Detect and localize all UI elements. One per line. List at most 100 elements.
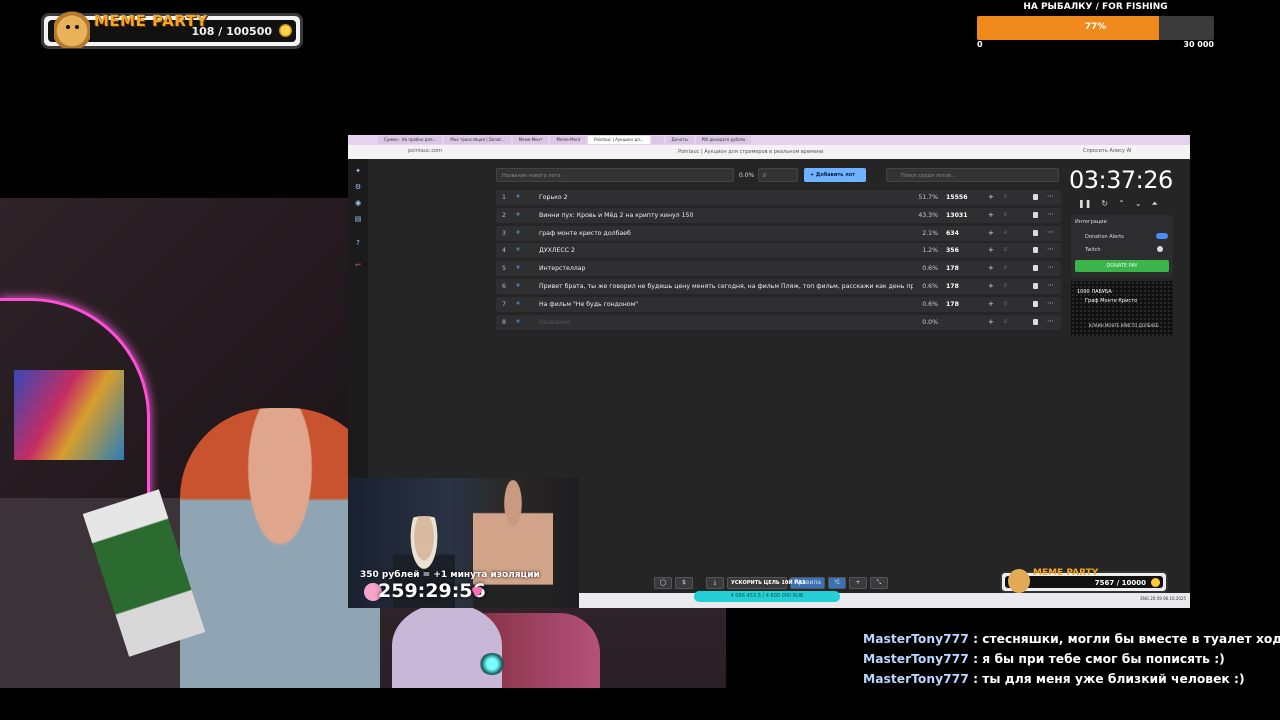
donation-alerts-toggle[interactable] [1156,233,1168,239]
lot-id-tag: # [516,318,521,325]
lot-row[interactable]: 7 # На фильм "Не будь гондоном" 0.6% 178 + ₽ ⋯ [496,296,1061,312]
lot-number: 5 [502,265,506,273]
chevron-down-icon[interactable]: ⌄ [1135,199,1142,209]
lot-row[interactable]: 8 # Название 0.0% + ₽ ⋯ [496,314,1061,330]
trash-icon[interactable] [1033,300,1038,307]
ask-alice-button[interactable]: Спросить Алису AI [1083,148,1132,154]
add-amount-icon[interactable]: + [988,300,994,308]
browser-tab[interactable]: Meme-Ment [550,136,587,144]
donation-alert-box: 1000 ЛАБУБА Граф Монте Кристо КЛАИН МОНТ… [1071,281,1173,336]
more-icon[interactable]: ⋯ [1047,263,1054,271]
doge-icon [54,10,90,48]
lot-row[interactable]: 1 # Горько 2 51.7% 15556 + ₽ ⋯ [496,190,1061,205]
pause-icon[interactable]: ❚❚ [1078,199,1091,209]
currency-icon: ₽ [1004,282,1008,289]
lot-row[interactable]: 5 # Интерстеллар 0.6% 178 + ₽ ⋯ [496,261,1061,277]
add-amount-icon[interactable]: + [988,193,994,201]
more-icon[interactable]: ⋯ [1047,317,1054,325]
trash-icon[interactable] [1033,247,1038,254]
help-icon[interactable]: ? [354,239,362,247]
trash-icon[interactable] [1033,194,1038,200]
history-icon[interactable]: ▤ [354,215,362,223]
browser-tab[interactable]: Сумма - На пробно для... [378,136,443,144]
browser-tab[interactable]: Меме-Мент [512,136,549,144]
more-icon[interactable]: ⋯ [1047,228,1054,236]
coin-icon [279,24,292,37]
more-icon[interactable]: ⋯ [1047,192,1054,200]
currency-icon: ₽ [1004,265,1008,272]
wheel-icon[interactable]: ◉ [354,199,362,207]
lot-name[interactable]: Название [539,319,913,326]
trash-icon[interactable] [1033,282,1038,289]
more-icon[interactable]: ⋯ [1047,281,1054,289]
trash-icon[interactable] [1033,318,1038,325]
lot-row[interactable]: 4 # ДУХЛЕСС 2 1.2% 356 + ₽ ⋯ [496,243,1061,259]
reset-icon[interactable]: ↻ [1101,199,1108,209]
twitch-toggle[interactable] [1157,246,1163,252]
add-amount-icon[interactable]: + [988,264,994,272]
browser-tab-active[interactable]: Pointauc | Аукцион дл... [588,136,650,144]
more-icon[interactable]: ⋯ [1047,210,1054,218]
trash-icon[interactable] [1033,265,1038,272]
search-lots-input[interactable]: Поиск среди лотов... [886,168,1059,182]
lot-name[interactable]: Привет брата, ты же говорил не будешь це… [539,283,913,290]
goal-percent: 77% [1084,22,1107,32]
lot-row[interactable]: 6 # Привет брата, ты же говорил не будешь … [496,278,1061,294]
add-amount-icon[interactable]: + [988,246,994,254]
lot-row[interactable]: 3 # граф монте кристо долбаеб 2.1% 634 + ₽ ⋯ [496,225,1061,241]
goal-title: НА РЫБАЛКУ / FOR FISHING [1023,2,1168,12]
lot-percent: 43.3% [918,211,938,219]
add-amount-icon[interactable]: + [988,211,994,219]
gear-icon[interactable]: ⚙ [354,183,362,191]
browser-tab[interactable] [651,136,664,144]
plush-toy [392,603,502,688]
browser-tab[interactable]: PW донорате рублях [695,136,752,144]
more-icon[interactable]: ⋯ [1047,299,1054,307]
lot-percent: 1.2% [922,247,938,255]
more-icon[interactable]: ⋯ [1047,245,1054,253]
lot-id-tag: # [516,229,521,236]
heart-icon: ♥ [471,585,484,601]
chat-message: MasterTony777 : стесняшки, могли бы вмес… [863,632,1280,646]
logout-icon[interactable]: ↩ [354,261,362,269]
currency-icon: ₽ [1004,300,1008,307]
lot-amount: 15556 [946,194,968,201]
new-lot-sum-input[interactable]: ₽ [758,168,798,182]
double-up-icon[interactable]: ⏶ [1152,199,1158,209]
lot-id-tag: # [516,300,521,307]
lot-name[interactable]: ДУХЛЕСС 2 [539,247,913,254]
integrations-title: Интеграции [1075,219,1107,225]
add-lot-button[interactable]: + Добавить лот [804,168,866,182]
currency-icon: ₽ [1004,194,1008,200]
donatepay-button[interactable]: DONATE PAY [1075,260,1169,272]
lot-amount: 178 [946,282,959,290]
new-lot-input[interactable]: Название нового лота [496,168,734,182]
github-icon[interactable]: ◯ [654,577,672,589]
download-icon[interactable]: ⤓ [706,577,724,589]
lot-list: 1 # Горько 2 51.7% 15556 + ₽ ⋯ 2 # Винни пух: Кров… [496,190,1061,332]
browser-tab[interactable]: Донаты [665,136,694,144]
goal-progress-pill: 4 066 453.5 / 4 800 000 RUB [694,591,840,602]
wand-icon[interactable]: ⤡ [869,577,888,589]
add-amount-icon[interactable]: + [988,318,994,326]
lot-name[interactable]: Интерстеллар [539,265,913,272]
add-icon[interactable]: + [848,577,867,589]
trash-icon[interactable] [1033,211,1038,218]
lot-name[interactable]: На фильм "Не будь гондоном" [539,301,913,308]
add-amount-icon[interactable]: + [988,229,994,237]
lot-name[interactable]: Винни пух: Кровь и Мёд 2 на крипту кинул… [539,212,913,219]
dollar-icon[interactable]: $ [675,577,693,589]
chat-username: MasterTony777 [863,632,969,646]
chevron-up-icon[interactable]: ⌃ [1118,199,1125,209]
add-amount-icon[interactable]: + [988,282,994,290]
auction-icon[interactable]: ✦ [354,167,362,175]
lot-number: 7 [502,300,506,308]
lot-percent: 0.0% [922,318,938,326]
lot-row[interactable]: 2 # Винни пух: Кровь и Мёд 2 на крипту кин… [496,207,1061,223]
lot-name[interactable]: Горько 2 [539,194,913,201]
browser-tab[interactable]: Мне трансляция | Donat... [444,136,511,144]
shuffle-icon[interactable]: ⤭ [827,577,846,589]
address-bar[interactable]: pointauc.com Pointauc | Аукцион для стри… [348,145,1190,159]
trash-icon[interactable] [1033,229,1038,236]
lot-name[interactable]: граф монте кристо долбаеб [539,230,913,237]
